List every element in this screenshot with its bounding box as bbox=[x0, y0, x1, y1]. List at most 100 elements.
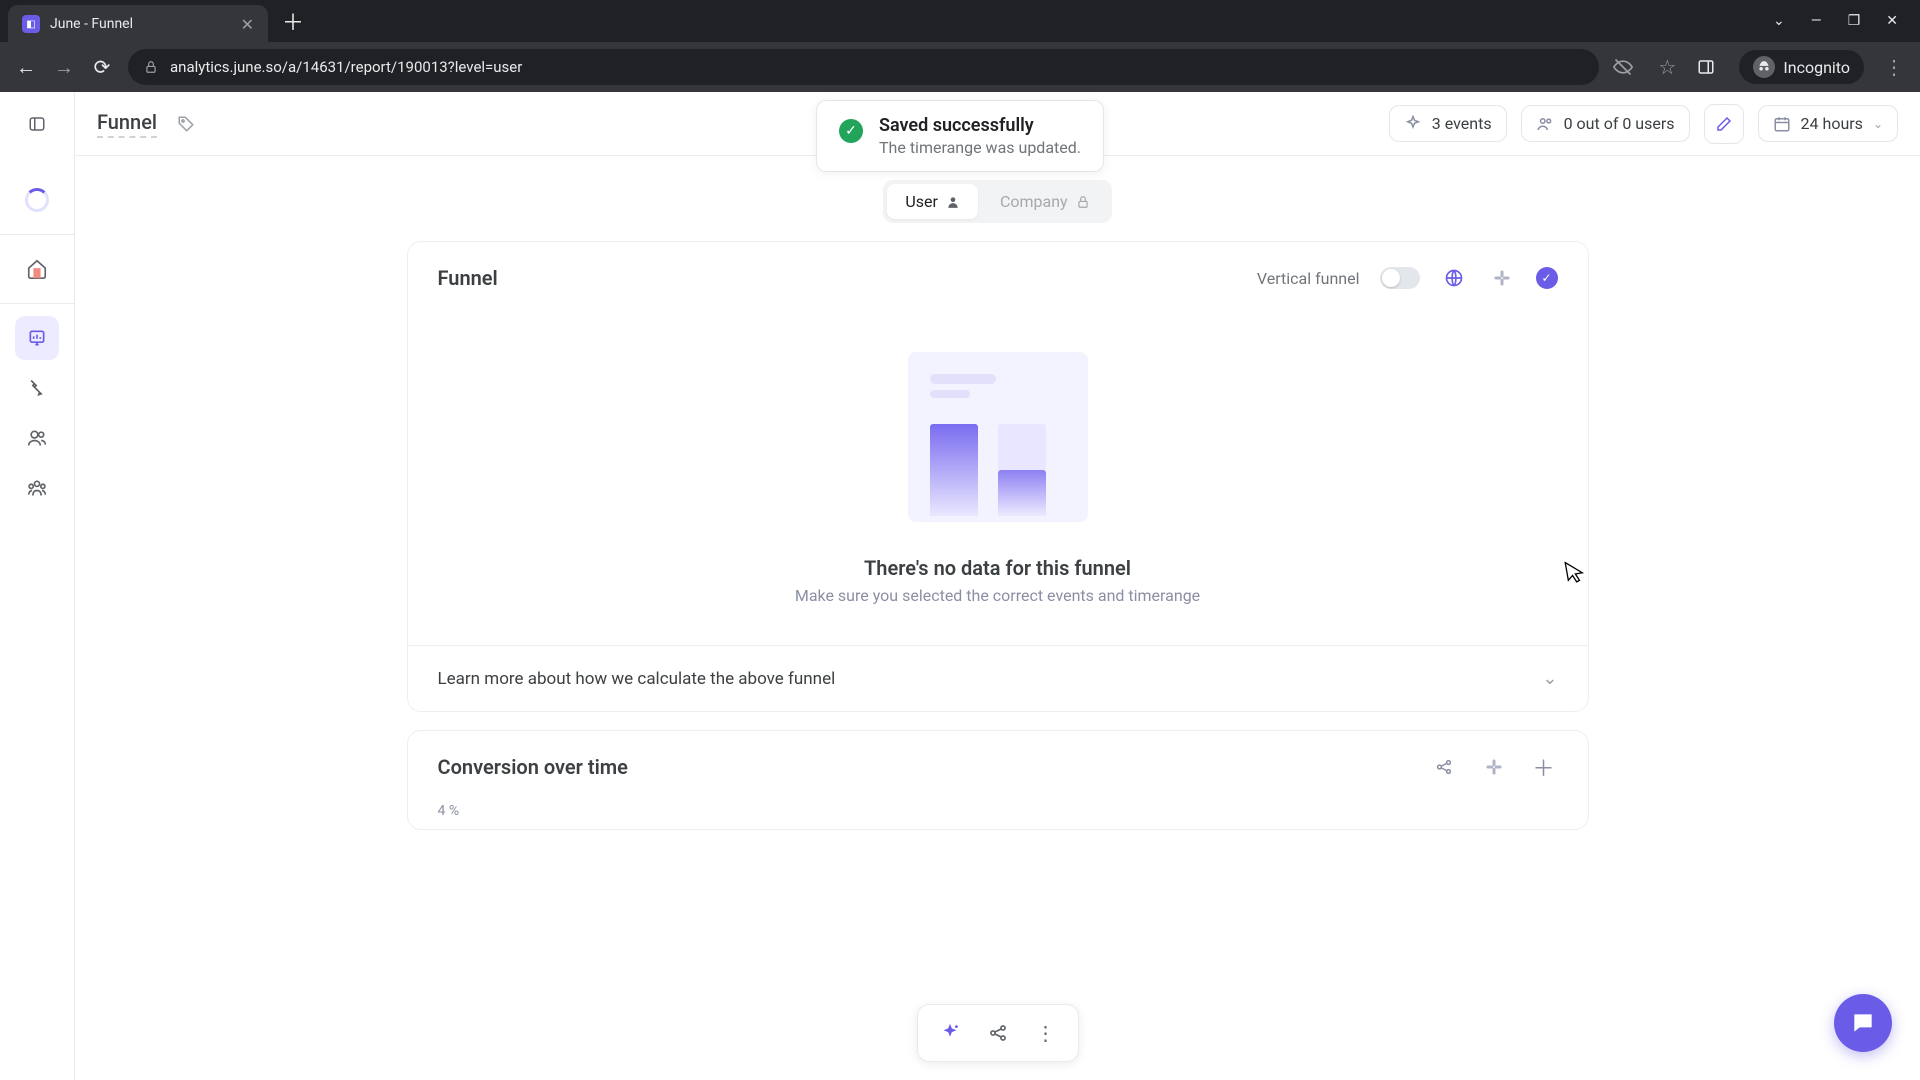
conversion-card-header: Conversion over time ＋ bbox=[408, 731, 1588, 803]
sparkle-icon bbox=[1404, 115, 1422, 133]
conversion-card: Conversion over time ＋ 4 % bbox=[407, 730, 1589, 830]
bookmark-star-icon[interactable]: ☆ bbox=[1655, 55, 1679, 79]
level-segmented: User Company bbox=[883, 180, 1111, 223]
sidebar-users-button[interactable] bbox=[15, 416, 59, 460]
toast-saved: ✓ Saved successfully The timerange was u… bbox=[816, 100, 1104, 172]
users-icon bbox=[1536, 115, 1554, 133]
app: Funnel 3 events 0 out of 0 users bbox=[0, 92, 1920, 1080]
vertical-funnel-toggle[interactable] bbox=[1380, 267, 1420, 289]
side-panel-icon[interactable] bbox=[1697, 58, 1721, 76]
sparkle-icon bbox=[939, 1022, 961, 1044]
chart-y-tick: 4 % bbox=[408, 803, 1588, 829]
empty-state-subtitle: Make sure you selected the correct event… bbox=[795, 586, 1200, 605]
browser-reload-button[interactable]: ⟳ bbox=[90, 55, 114, 79]
main-content: Funnel 3 events 0 out of 0 users bbox=[75, 92, 1920, 1080]
help-chat-button[interactable] bbox=[1834, 994, 1892, 1052]
learn-more-row[interactable]: Learn more about how we calculate the ab… bbox=[408, 645, 1588, 711]
mouse-cursor bbox=[1564, 559, 1586, 586]
new-tab-button[interactable]: ＋ bbox=[282, 5, 304, 37]
tab-favicon bbox=[22, 15, 40, 33]
sidebar bbox=[0, 92, 75, 1080]
sidebar-divider bbox=[0, 303, 74, 304]
toast-title: Saved successfully bbox=[879, 115, 1081, 136]
window-minimize-button[interactable]: — bbox=[1811, 13, 1822, 29]
sidebar-events-button[interactable] bbox=[15, 366, 59, 410]
content-area: User Company Funnel Vertical funnel bbox=[75, 156, 1920, 1080]
url-text: analytics.june.so/a/14631/report/190013?… bbox=[170, 58, 522, 76]
segment-user-label: User bbox=[905, 192, 938, 211]
segment-company: Company bbox=[982, 184, 1108, 219]
funnel-card-header: Funnel Vertical funnel ✓ bbox=[408, 242, 1588, 302]
tab-close-button[interactable]: ✕ bbox=[241, 15, 254, 34]
add-button[interactable]: ＋ bbox=[1530, 753, 1558, 781]
conversion-card-title: Conversion over time bbox=[438, 755, 628, 779]
floating-toolbar: ⋮ bbox=[917, 1004, 1079, 1062]
lock-icon bbox=[144, 60, 158, 74]
public-link-button[interactable] bbox=[1440, 264, 1468, 292]
success-check-icon: ✓ bbox=[839, 119, 863, 143]
slack-button[interactable] bbox=[1488, 264, 1516, 292]
learn-more-label: Learn more about how we calculate the ab… bbox=[438, 669, 836, 689]
funnel-empty-state: There's no data for this funnel Make sur… bbox=[408, 302, 1588, 645]
globe-icon bbox=[1444, 268, 1464, 288]
browser-back-button[interactable]: ← bbox=[14, 55, 38, 80]
sidebar-groups-button[interactable] bbox=[15, 466, 59, 510]
sidebar-divider bbox=[0, 234, 74, 235]
browser-tab[interactable]: June - Funnel ✕ bbox=[8, 5, 268, 44]
address-bar: ← → ⟳ analytics.june.so/a/14631/report/1… bbox=[0, 42, 1920, 92]
page-title[interactable]: Funnel bbox=[97, 110, 157, 138]
events-label: 3 events bbox=[1432, 114, 1492, 133]
funnel-card: Funnel Vertical funnel ✓ bbox=[407, 241, 1589, 712]
toast-subtitle: The timerange was updated. bbox=[879, 138, 1081, 157]
funnel-card-title: Funnel bbox=[438, 266, 498, 290]
timerange-label: 24 hours bbox=[1801, 114, 1863, 133]
user-icon bbox=[946, 195, 960, 209]
share-icon bbox=[988, 1023, 1008, 1043]
check-icon: ✓ bbox=[1536, 267, 1558, 289]
vertical-funnel-label: Vertical funnel bbox=[1257, 269, 1360, 288]
sidebar-reports-button[interactable] bbox=[15, 316, 59, 360]
more-menu-button[interactable]: ⋮ bbox=[1026, 1013, 1066, 1053]
share-icon bbox=[1435, 758, 1453, 776]
chevron-down-icon: ⌄ bbox=[1873, 117, 1883, 131]
edit-icon bbox=[1715, 115, 1733, 133]
sidebar-loading-icon bbox=[15, 178, 59, 222]
segment-company-label: Company bbox=[1000, 192, 1068, 211]
users-label: 0 out of 0 users bbox=[1564, 114, 1675, 133]
incognito-icon bbox=[1753, 56, 1775, 78]
window-dropdown-icon[interactable]: ⌄ bbox=[1773, 13, 1785, 29]
users-chip[interactable]: 0 out of 0 users bbox=[1521, 105, 1690, 142]
browser-menu-button[interactable]: ⋮ bbox=[1882, 55, 1906, 79]
eye-off-icon[interactable] bbox=[1613, 57, 1637, 77]
browser-chrome: June - Funnel ✕ ＋ ⌄ — ❐ ✕ ← → ⟳ analytic… bbox=[0, 0, 1920, 92]
incognito-pill[interactable]: Incognito bbox=[1739, 50, 1864, 84]
events-chip[interactable]: 3 events bbox=[1389, 105, 1507, 142]
toggle-knob bbox=[1382, 269, 1400, 287]
calendar-icon bbox=[1773, 115, 1791, 133]
chevron-down-icon: ⌄ bbox=[1542, 668, 1557, 689]
slack-icon bbox=[1485, 758, 1503, 776]
slack-button[interactable] bbox=[1480, 753, 1508, 781]
slack-icon bbox=[1493, 269, 1511, 287]
browser-forward-button[interactable]: → bbox=[52, 55, 76, 80]
segment-user[interactable]: User bbox=[887, 184, 978, 219]
timerange-chip[interactable]: 24 hours ⌄ bbox=[1758, 105, 1898, 142]
tab-title: June - Funnel bbox=[50, 16, 231, 32]
sidebar-collapse-button[interactable] bbox=[15, 102, 59, 146]
tab-bar: June - Funnel ✕ ＋ ⌄ — ❐ ✕ bbox=[0, 0, 1920, 42]
url-bar[interactable]: analytics.june.so/a/14631/report/190013?… bbox=[128, 49, 1599, 85]
edit-button[interactable] bbox=[1704, 104, 1744, 144]
plus-icon: ＋ bbox=[1532, 751, 1554, 783]
saved-check-badge: ✓ bbox=[1536, 267, 1558, 289]
share-link-button[interactable] bbox=[1430, 753, 1458, 781]
chat-icon bbox=[1850, 1010, 1876, 1036]
tag-icon[interactable] bbox=[177, 115, 195, 133]
window-close-button[interactable]: ✕ bbox=[1886, 13, 1898, 29]
share-button[interactable] bbox=[978, 1013, 1018, 1053]
window-controls: ⌄ — ❐ ✕ bbox=[1773, 13, 1912, 29]
kebab-icon: ⋮ bbox=[1036, 1021, 1056, 1045]
window-maximize-button[interactable]: ❐ bbox=[1848, 13, 1861, 29]
ai-sparkle-button[interactable] bbox=[930, 1013, 970, 1053]
empty-state-title: There's no data for this funnel bbox=[864, 556, 1131, 580]
sidebar-home-button[interactable] bbox=[15, 247, 59, 291]
